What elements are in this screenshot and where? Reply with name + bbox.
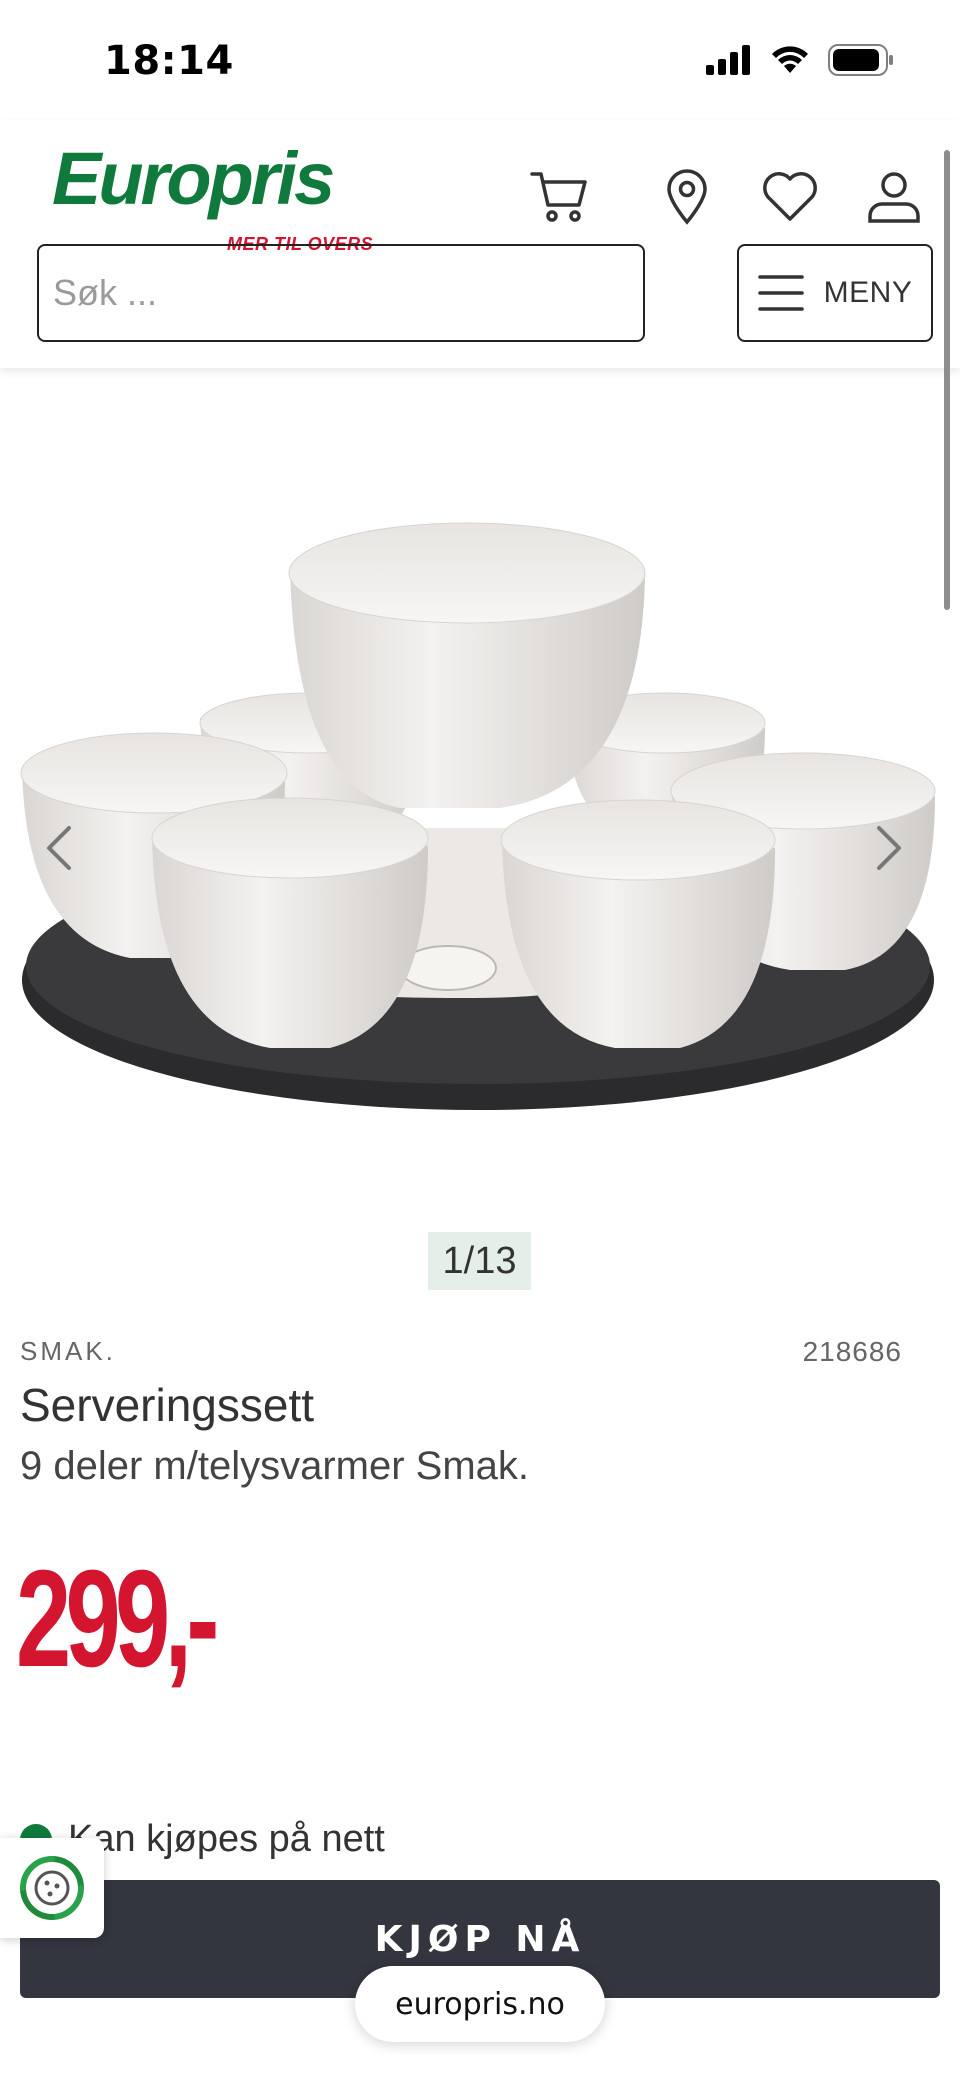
europris-logo[interactable]: Europris MER TIL OVERS (52, 137, 398, 262)
cookie-icon (20, 1856, 84, 1920)
status-bar: 18:14 (0, 0, 960, 120)
browser-url-bar[interactable]: europris.no (355, 1966, 605, 2042)
menu-button[interactable]: MENY (737, 244, 933, 342)
status-icons (706, 44, 894, 76)
chevron-right-icon (877, 826, 901, 870)
heart-icon (763, 172, 817, 221)
availability-text: Kan kjøpes på nett (68, 1818, 385, 1860)
logo-wordmark: Europris (52, 137, 335, 220)
buy-now-label: KJØP NÅ (374, 1918, 586, 1960)
browser-url-text: europris.no (395, 1986, 565, 2022)
wifi-icon (772, 46, 808, 73)
signal-icon (706, 45, 750, 75)
favorites-button[interactable] (757, 164, 823, 230)
product-subtitle: 9 deler m/telysvarmer Smak. (20, 1444, 530, 1488)
product-sku: 218686 (802, 1336, 902, 1367)
hamburger-icon (757, 275, 804, 311)
status-time: 18:14 (104, 38, 234, 84)
site-header: Europris MER TIL OVERS Søk ... MENY (0, 120, 960, 368)
search-field[interactable] (37, 244, 645, 342)
gallery-counter: 1/13 (428, 1232, 531, 1290)
cart-button[interactable] (526, 164, 592, 230)
product-title: Serveringssett (20, 1379, 315, 1431)
product-brand: SMAK. (20, 1336, 116, 1366)
location-pin-icon (667, 169, 707, 225)
battery-icon (828, 44, 893, 76)
chevron-left-icon (47, 826, 71, 870)
user-icon (868, 172, 920, 223)
account-button[interactable] (861, 164, 927, 230)
menu-label: MENY (823, 276, 913, 309)
search-input[interactable] (53, 272, 643, 314)
gallery-next-button[interactable] (864, 808, 914, 888)
product-gallery[interactable] (0, 368, 960, 1168)
product-image (20, 522, 936, 1110)
product-price: 299,- (16, 1542, 219, 1696)
gallery-prev-button[interactable] (34, 808, 84, 888)
cart-icon (530, 172, 587, 222)
store-locator-button[interactable] (654, 164, 720, 230)
cookie-settings-button[interactable] (0, 1838, 104, 1938)
